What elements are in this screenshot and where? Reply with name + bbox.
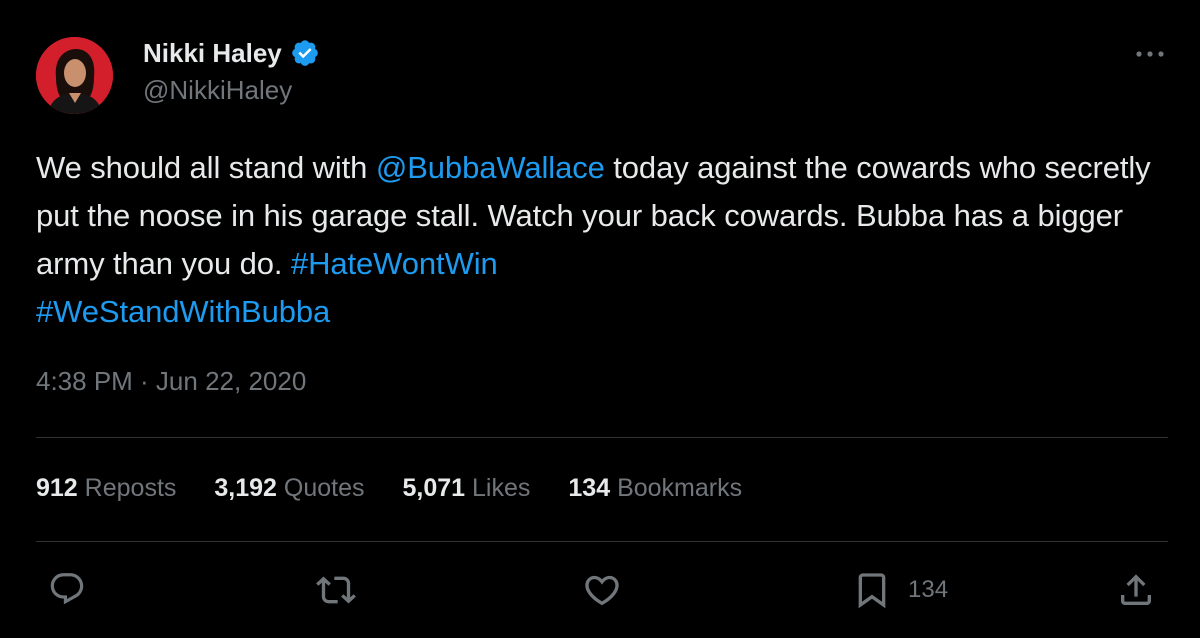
reply-button[interactable]	[48, 570, 86, 608]
hashtag-link[interactable]: #HateWontWin	[291, 246, 498, 281]
stat-reposts[interactable]: 912 Reposts	[36, 474, 176, 503]
divider	[36, 541, 1168, 542]
bookmark-count: 134	[908, 576, 949, 603]
bookmark-icon	[858, 573, 886, 609]
author-display-name[interactable]: Nikki Haley	[143, 38, 282, 69]
likes-label: Likes	[472, 474, 531, 502]
likes-count: 5,071	[402, 474, 466, 502]
share-icon	[1121, 574, 1151, 605]
share-button[interactable]	[1116, 570, 1156, 610]
reposts-label: Reposts	[84, 474, 177, 502]
divider	[36, 437, 1168, 438]
tweet-text: We should all stand with @BubbaWallace t…	[36, 144, 1171, 336]
quotes-label: Quotes	[283, 474, 365, 502]
like-button[interactable]	[582, 570, 622, 610]
reposts-count: 912	[36, 474, 78, 502]
heart-icon	[585, 575, 619, 606]
stat-quotes[interactable]: 3,192 Quotes	[214, 474, 364, 503]
engagement-stats: 912 Reposts 3,192 Quotes 5,071 Likes 134…	[36, 474, 742, 503]
hashtag-link[interactable]: #WeStandWithBubba	[36, 294, 330, 329]
more-options-button[interactable]	[1130, 40, 1170, 68]
avatar[interactable]	[36, 37, 113, 114]
repost-icon	[316, 576, 356, 604]
bookmarks-count: 134	[568, 474, 611, 502]
bookmark-button[interactable]: 134	[852, 570, 948, 610]
mention-link[interactable]: @BubbaWallace	[376, 150, 605, 185]
tweet-card: Nikki Haley @NikkiHaley We should all st…	[0, 0, 1200, 638]
verified-badge-icon	[290, 38, 320, 68]
stat-bookmarks[interactable]: 134 Bookmarks	[568, 474, 742, 503]
author-name-row: Nikki Haley	[143, 36, 320, 70]
action-bar: 134	[0, 570, 1200, 616]
repost-button[interactable]	[316, 570, 356, 610]
quotes-count: 3,192	[214, 474, 277, 502]
author-handle[interactable]: @NikkiHaley	[143, 75, 292, 106]
tweet-text-segment: We should all stand with	[36, 150, 376, 185]
bookmarks-label: Bookmarks	[617, 474, 743, 502]
stat-likes[interactable]: 5,071 Likes	[403, 474, 531, 503]
reply-icon	[50, 573, 84, 605]
tweet-timestamp[interactable]: 4:38 PM · Jun 22, 2020	[36, 366, 306, 397]
ellipsis-icon	[1136, 51, 1164, 57]
